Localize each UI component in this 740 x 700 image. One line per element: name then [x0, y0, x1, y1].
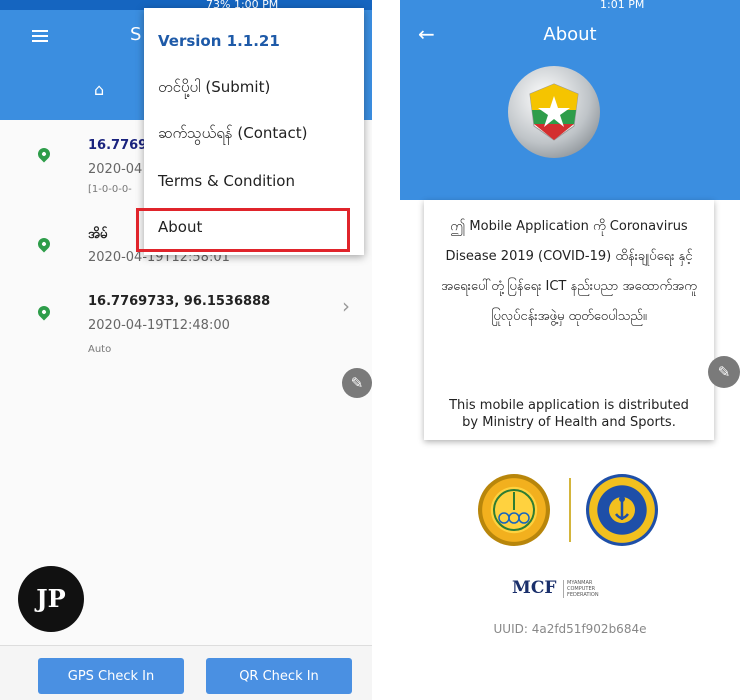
edit-fab-button[interactable]: ✎ [708, 356, 740, 388]
mcf-logo-subtext: MYANMAR COMPUTER FEDERATION [563, 580, 607, 598]
ministry-health-seal-logo [478, 474, 550, 546]
mcf-logo: MCF [512, 578, 557, 598]
ministry-logos [400, 472, 740, 552]
menu-item-terms[interactable]: Terms & Condition [158, 172, 295, 190]
location-pin-icon [35, 235, 53, 253]
qr-check-in-button[interactable]: QR Check In [206, 658, 352, 694]
item-coordinates: 16.7769 [88, 138, 148, 153]
government-emblem-logo [508, 66, 600, 158]
item-place: အိမ် [88, 227, 108, 242]
app-title: S [130, 24, 142, 45]
menu-version: Version 1.1.21 [158, 32, 280, 50]
item-coordinates: 16.7769733, 96.1536888 [88, 294, 271, 309]
jp-watermark-logo: JP [18, 566, 84, 632]
overflow-menu: Version 1.1.21 တင်ပို့ပါ (Submit) ဆက်သွယ… [136, 8, 364, 255]
item-detail: [1-0-0-0- [88, 184, 132, 195]
about-highlight-box [136, 208, 350, 252]
right-phone-screen: 1:01 PM ← About ဤ Mobile Application ကို… [400, 0, 740, 700]
logo-divider [569, 478, 571, 542]
device-uuid: UUID: 4a2fd51f902b684e [493, 622, 647, 636]
gps-check-in-button[interactable]: GPS Check In [38, 658, 184, 694]
hamburger-menu-icon[interactable] [32, 30, 48, 42]
ministry-transport-seal-logo [586, 474, 658, 546]
menu-item-contact[interactable]: ဆက်သွယ်ရန် (Contact) [158, 124, 307, 146]
item-time: 2020-04-19T12:48:00 [88, 318, 230, 333]
list-item[interactable]: 16.7769733, 96.1536888 2020-04-19T12:48:… [0, 292, 372, 362]
menu-item-submit[interactable]: တင်ပို့ပါ (Submit) [158, 78, 270, 100]
about-header: 1:01 PM ← About [400, 0, 740, 200]
description-myanmar: ဤ Mobile Application ကို Coronavirus Dis… [441, 219, 697, 324]
status-bar: 1:01 PM [400, 0, 740, 10]
location-pin-icon [35, 303, 53, 321]
item-time: 2020-04 [88, 162, 143, 177]
about-description-card: ဤ Mobile Application ကို Coronavirus Dis… [424, 200, 714, 440]
description-english: This mobile application is distributed b… [449, 398, 689, 430]
page-title: About [543, 24, 597, 45]
bottom-action-bar: GPS Check In QR Check In [0, 645, 372, 700]
location-pin-icon [35, 145, 53, 163]
edit-fab-button[interactable]: ✎ [342, 368, 372, 398]
left-phone-screen: 73% 1:00 PM S ⌂ 16.7769 2020-04 [1-0-0-0… [0, 0, 372, 700]
home-icon[interactable]: ⌂ [94, 80, 104, 99]
item-detail: Auto [88, 344, 112, 355]
status-text: 1:01 PM [600, 0, 645, 10]
chevron-right-icon[interactable]: › [342, 294, 350, 318]
